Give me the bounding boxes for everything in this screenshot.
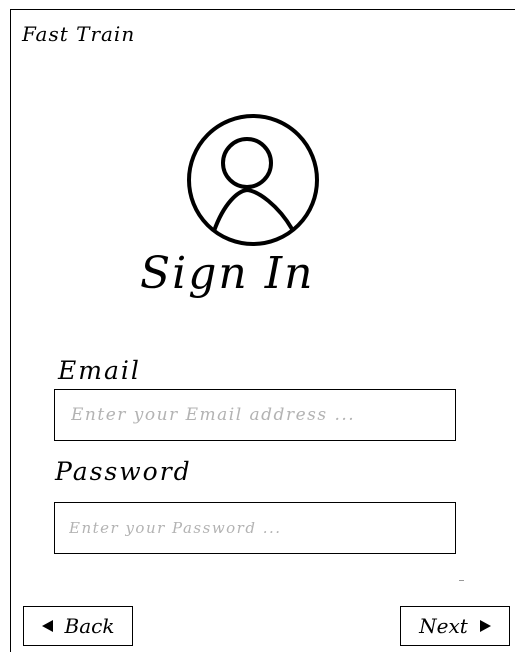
email-input[interactable]	[54, 389, 456, 441]
triangle-left-icon	[41, 620, 53, 632]
decorative-mark	[459, 580, 464, 581]
back-button-label: Back	[64, 614, 115, 638]
email-label: Email	[58, 356, 141, 385]
next-button-label: Next	[419, 614, 468, 638]
password-input[interactable]	[54, 502, 456, 554]
page-title: Sign In	[140, 248, 315, 299]
user-avatar-icon	[187, 114, 319, 246]
app-title: Fast Train	[22, 22, 136, 46]
back-button[interactable]: Back	[23, 606, 133, 646]
app-frame	[10, 9, 515, 652]
next-button[interactable]: Next	[400, 606, 510, 646]
triangle-right-icon	[479, 620, 491, 632]
password-label: Password	[55, 457, 192, 486]
